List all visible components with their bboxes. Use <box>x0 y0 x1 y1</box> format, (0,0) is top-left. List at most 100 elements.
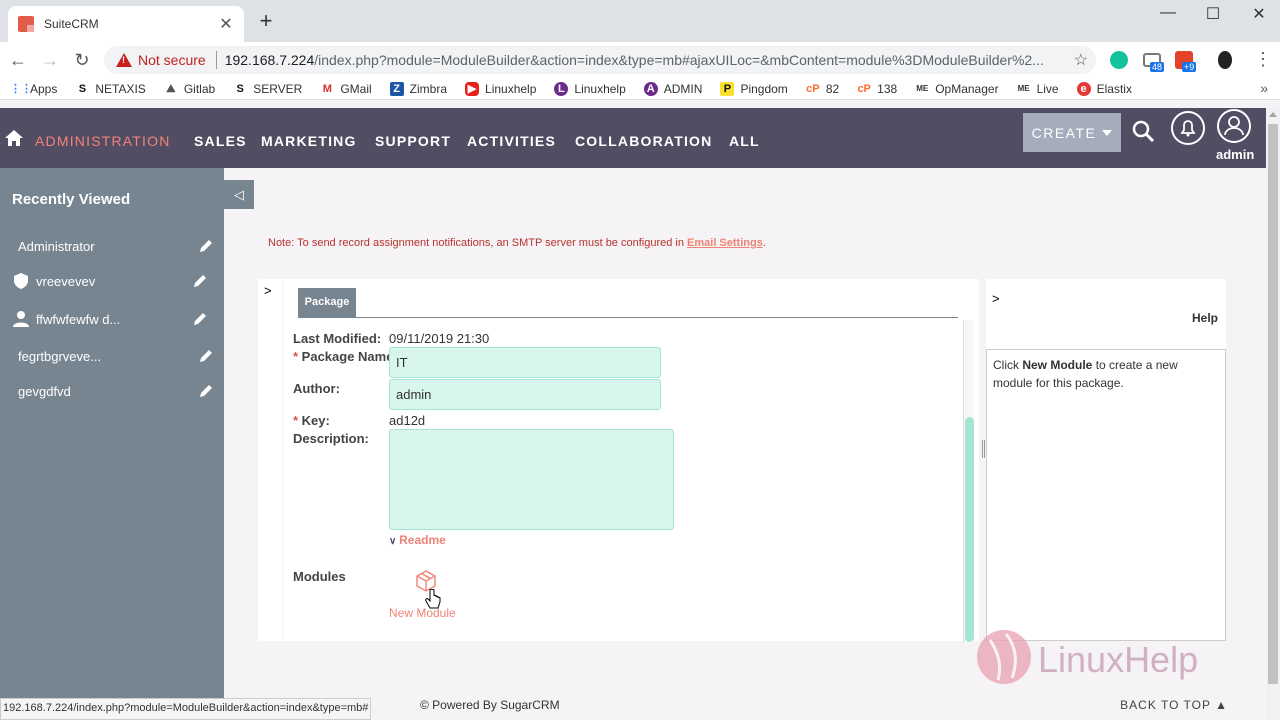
bookmark-label: Live <box>1036 81 1059 96</box>
description-textarea[interactable] <box>389 429 674 530</box>
author-input[interactable]: admin <box>389 379 661 410</box>
search-icon[interactable] <box>1131 119 1155 143</box>
nav-support[interactable]: SUPPORT <box>375 133 451 149</box>
pencil-edit-icon[interactable] <box>198 383 214 399</box>
pencil-edit-icon[interactable] <box>192 273 208 289</box>
grammarly-icon[interactable] <box>1110 51 1128 69</box>
help-text-bold: New Module <box>1022 358 1093 372</box>
panel-scroll-thumb[interactable] <box>965 417 974 642</box>
nav-marketing[interactable]: MARKETING <box>261 133 357 149</box>
powered-by-text[interactable]: © Powered By SugarCRM <box>420 698 560 712</box>
back-to-top-link[interactable]: BACK TO TOP ▲ <box>1120 698 1228 712</box>
nav-sales[interactable]: SALES <box>194 133 247 149</box>
linuxhelp-icon: L <box>554 81 569 96</box>
readme-toggle[interactable]: ∨ Readme <box>389 533 446 547</box>
not-secure-label[interactable]: Not secure <box>138 52 206 68</box>
pencil-edit-icon[interactable] <box>192 311 208 327</box>
scroll-up-arrow-icon[interactable] <box>1269 112 1277 117</box>
close-tab-icon[interactable]: ✕ <box>218 14 234 34</box>
page-scroll-thumb[interactable] <box>1268 124 1278 684</box>
help-body: Click New Module to create a new module … <box>986 349 1226 641</box>
bookmark-pingdom[interactable]: P Pingdom <box>720 81 788 96</box>
notifications-bell-icon[interactable] <box>1170 110 1206 146</box>
maximize-icon[interactable]: ☐ <box>1201 4 1225 24</box>
bookmark-admin[interactable]: A ADMIN <box>643 81 702 96</box>
package-name-input[interactable]: IT <box>389 347 661 378</box>
bookmark-label: SERVER <box>253 81 303 96</box>
forward-arrow-icon[interactable]: → <box>40 50 60 71</box>
s-logo-icon: S <box>236 82 244 95</box>
warning-icon <box>116 53 132 67</box>
last-modified-label: Last Modified: <box>293 331 382 346</box>
back-arrow-icon[interactable]: ← <box>8 50 28 71</box>
tree-panel-collapsed: > <box>258 279 282 641</box>
bookmark-linuxhelp[interactable]: L Linuxhelp <box>554 81 626 96</box>
user-name-label[interactable]: admin <box>1216 147 1254 162</box>
url-omnibox[interactable]: Not secure 192.168.7.224/index.php?modul… <box>104 46 1096 74</box>
bookmark-apps[interactable]: ⋮⋮ Apps <box>10 82 57 96</box>
bookmark-label: GMail <box>340 81 372 96</box>
gitlab-bookmark-icon: ⛰ <box>166 82 176 95</box>
recent-item-label: Administrator <box>18 238 95 254</box>
panel-scrollbar[interactable] <box>963 320 974 643</box>
panel-resize-handle[interactable] <box>982 440 985 458</box>
minimize-icon[interactable]: — <box>1156 4 1180 22</box>
recent-item-administrator[interactable]: Administrator <box>18 235 218 257</box>
description-label: Description: <box>293 431 369 446</box>
recent-item-fegrtbgrveve[interactable]: fegrtbgrveve... <box>18 345 218 367</box>
footer: © Powered By SugarCRM BACK TO TOP ▲ <box>224 684 1266 720</box>
email-settings-link[interactable]: Email Settings <box>687 237 763 249</box>
bookmark-zimbra[interactable]: Z Zimbra <box>389 81 447 96</box>
bookmark-opmanager[interactable]: ME OpManager <box>915 82 998 96</box>
status-bar-url: 192.168.7.224/index.php?module=ModuleBui… <box>0 698 372 720</box>
expand-arrow-icon[interactable]: > <box>264 283 272 298</box>
sidebar: Recently Viewed Administrator vreevevev … <box>0 168 224 720</box>
create-button[interactable]: CREATE <box>1023 113 1121 152</box>
recent-item-ffwfwfewfw[interactable]: ffwfwfewfw d... <box>12 308 212 330</box>
recent-item-vreevevev[interactable]: vreevevev <box>12 270 212 292</box>
recently-viewed-heading: Recently Viewed <box>12 191 131 208</box>
bookmark-live[interactable]: ME Live <box>1017 82 1059 96</box>
page-scrollbar[interactable] <box>1266 108 1280 720</box>
recent-item-gevgdfvd[interactable]: gevgdfvd <box>18 380 218 402</box>
tab-package[interactable]: Package <box>298 288 356 317</box>
recent-item-label: gevgdfvd <box>18 383 71 399</box>
apps-grid-icon: ⋮⋮ <box>10 82 32 95</box>
url-text[interactable]: 192.168.7.224/index.php?module=ModuleBui… <box>225 52 1055 68</box>
new-tab-button[interactable]: + <box>256 10 276 32</box>
key-label-text: Key: <box>301 413 330 428</box>
browser-menu-icon[interactable]: ⋮ <box>1254 49 1272 70</box>
bookmark-netaxis[interactable]: S NETAXIS <box>75 82 146 96</box>
bookmark-elastix[interactable]: e Elastix <box>1076 81 1132 96</box>
close-window-icon[interactable]: ✕ <box>1247 4 1271 24</box>
browser-tab[interactable]: SuiteCRM ✕ <box>8 6 244 42</box>
new-module-link[interactable]: New Module <box>389 606 456 620</box>
address-bar-row: ← → ↻ Not secure 192.168.7.224/index.php… <box>0 42 1280 78</box>
sidebar-collapse-button[interactable]: ◁ <box>224 180 254 209</box>
bookmarks-overflow-icon[interactable]: » <box>1260 80 1268 96</box>
live-icon: ME <box>1017 83 1030 93</box>
nav-activities[interactable]: ACTIVITIES <box>467 133 556 149</box>
bookmark-label: Linuxhelp <box>574 81 626 96</box>
nav-collaboration[interactable]: COLLABORATION <box>575 133 712 149</box>
pencil-edit-icon[interactable] <box>198 238 214 254</box>
reload-icon[interactable]: ↻ <box>72 50 92 71</box>
bookmark-138[interactable]: cP 138 <box>857 82 897 96</box>
home-icon[interactable] <box>4 128 24 148</box>
nav-all[interactable]: ALL <box>729 133 760 149</box>
bookmark-gmail[interactable]: M GMail <box>320 81 372 96</box>
package-panel: Package Last Modified: 09/11/2019 21:30 … <box>283 279 979 641</box>
bookmark-server[interactable]: S SERVER <box>233 81 303 96</box>
nav-administration[interactable]: ADMINISTRATION <box>35 133 171 149</box>
bookmark-star-icon[interactable]: ☆ <box>1074 50 1088 70</box>
user-avatar-icon[interactable] <box>1216 108 1252 144</box>
bookmark-linuxhelp-youtube[interactable]: ▶ Linuxhelp <box>465 81 536 96</box>
linux-penguin-icon[interactable] <box>1218 51 1232 69</box>
pencil-edit-icon[interactable] <box>198 348 214 364</box>
bookmark-82[interactable]: cP 82 <box>806 82 839 96</box>
caret-down-icon <box>1102 129 1113 136</box>
required-marker: * <box>293 413 302 428</box>
bookmark-gitlab[interactable]: ⛰ Gitlab <box>164 82 215 96</box>
collapse-help-arrow-icon[interactable]: > <box>992 291 1000 306</box>
readme-label: Readme <box>399 533 446 547</box>
